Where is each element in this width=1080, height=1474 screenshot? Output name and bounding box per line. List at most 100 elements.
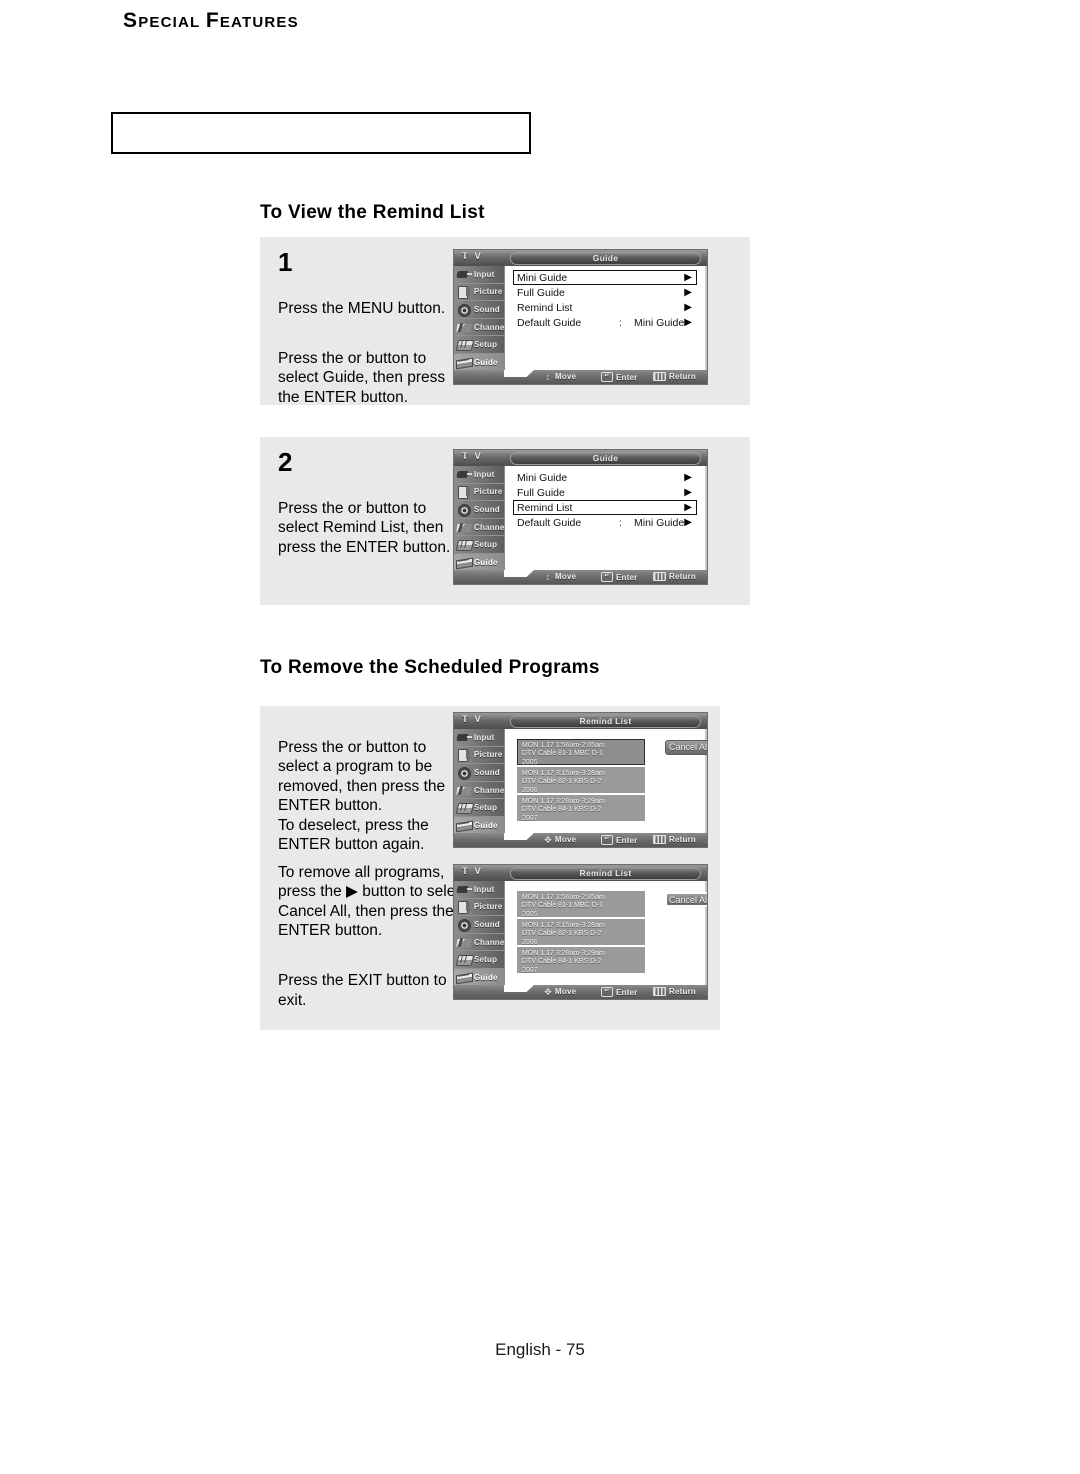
sound-icon	[456, 303, 473, 317]
osd-sidebar-label: Setup	[474, 540, 498, 550]
osd-sidebar-item-input[interactable]: Input	[454, 881, 504, 899]
remind-program-item[interactable]: MON 1.17 3:28am-3:29am DTV Cable 84-1 KBS…	[517, 947, 645, 974]
input-icon	[456, 731, 473, 744]
osd-titlebar: T V Remind List	[454, 713, 707, 729]
osd-sidebar-item-guide[interactable]: Guide	[454, 816, 504, 835]
osd-bottom-bar: ↕ Move ↵ Enter Return	[454, 570, 707, 584]
osd-title-text: Remind List	[579, 715, 632, 726]
chevron-right-icon: ▶	[684, 316, 692, 328]
osd-hint-return: Return	[653, 987, 696, 996]
remind-program-channel: DTV Cable 81-1 MBC D-1	[522, 750, 603, 758]
osd-menu-item-mini-guide[interactable]: Mini Guide ▶	[513, 270, 697, 285]
osd-sidebar-label: Guide	[474, 820, 498, 830]
osd-sidebar-item-channel[interactable]: Channel	[454, 319, 507, 337]
return-key-icon	[653, 835, 666, 844]
osd-hint-move: ↕ Move	[544, 572, 576, 581]
input-icon	[456, 883, 473, 896]
cancel-all-button[interactable]: Cancel All	[665, 740, 707, 755]
tv-osd-remind-list-2: T V Remind List Input Picture Sound Channel…	[453, 864, 708, 1000]
osd-titlebar: T V Guide	[454, 450, 707, 466]
osd-content: MON 1.17 1:56am-2:05am DTV Cable 81-1 MBC…	[504, 729, 707, 833]
osd-sidebar-item-input[interactable]: Input	[454, 266, 504, 284]
osd-hint-move-label: Move	[555, 572, 577, 581]
osd-menu-item-full-guide[interactable]: Full Guide ▶	[513, 485, 697, 500]
osd-sidebar-item-sound[interactable]: Sound	[454, 501, 504, 519]
osd-sidebar-label: Input	[474, 469, 495, 479]
osd-hint-return-label: Return	[669, 987, 696, 996]
remind-program-time: MON 1.17 1:56am-2:05am	[522, 742, 605, 749]
osd-bottom-notch	[504, 985, 534, 992]
osd-menu-item-full-guide[interactable]: Full Guide ▶	[513, 285, 697, 300]
remind-program-item[interactable]: MON 1.17 1:56am-2:05am DTV Cable 81-1 MBC…	[517, 891, 645, 918]
osd-sidebar-item-input[interactable]: Input	[454, 729, 504, 747]
osd-hint-enter: ↵ Enter	[601, 372, 637, 382]
osd-sidebar-label: Picture	[474, 487, 503, 497]
guide-icon	[456, 971, 473, 985]
cancel-all-button[interactable]: Cancel All	[665, 892, 707, 907]
remove-para-1: Press the or button to select a program …	[278, 738, 446, 815]
remind-program-item[interactable]: MON 1.17 3:15am-3:28am DTV Cable 82-1 KBS…	[517, 767, 645, 794]
osd-hint-move-label: Move	[555, 987, 577, 996]
osd-sidebar-item-sound[interactable]: Sound	[454, 916, 504, 934]
osd-sidebar-item-picture[interactable]: Picture	[454, 899, 504, 917]
remind-program-item[interactable]: MON 1.17 3:15am-3:28am DTV Cable 82-1 KBS…	[517, 919, 645, 946]
step-1-instruction: Press the MENU button. Press the or butt…	[278, 279, 463, 407]
guide-icon	[456, 556, 473, 570]
osd-sidebar-item-channel[interactable]: Channel	[454, 782, 507, 800]
osd-sidebar-item-picture[interactable]: Picture	[454, 747, 504, 765]
remind-program-item[interactable]: MON 1.17 1:56am-2:05am DTV Cable 81-1 MBC…	[517, 739, 645, 766]
osd-sidebar-item-guide[interactable]: Guide	[454, 553, 504, 572]
osd-title-pill: Remind List	[510, 714, 701, 728]
osd-sidebar: Input Picture Sound Channel Setup Guide	[454, 466, 507, 584]
osd-sidebar-label: Input	[474, 269, 495, 279]
osd-menu-item-colon: :	[619, 516, 622, 529]
osd-sidebar-item-setup[interactable]: Setup	[454, 799, 504, 817]
osd-sidebar-item-sound[interactable]: Sound	[454, 301, 504, 319]
osd-sidebar-item-picture[interactable]: Picture	[454, 284, 504, 302]
step-2-instruction: Press the or button to select Remind Lis…	[278, 479, 463, 557]
osd-menu-item-value: Mini Guide	[634, 516, 685, 529]
step-1-line-1: Press the MENU button.	[278, 299, 446, 317]
remind-program-time: MON 1.17 3:28am-3:29am	[522, 798, 605, 805]
osd-sidebar-item-setup[interactable]: Setup	[454, 336, 504, 354]
chevron-right-icon: ▶	[684, 501, 692, 513]
remind-program-time: MON 1.17 3:15am-3:28am	[522, 770, 605, 777]
osd-sidebar-item-picture[interactable]: Picture	[454, 484, 504, 502]
chevron-right-icon: ▶	[684, 301, 692, 313]
osd-menu-item-remind-list[interactable]: Remind List ▶	[513, 300, 697, 315]
osd-sidebar-label: Sound	[474, 919, 500, 929]
osd-sidebar-item-input[interactable]: Input	[454, 466, 504, 484]
setup-icon	[455, 538, 475, 552]
remind-program-item[interactable]: MON 1.17 3:28am-3:29am DTV Cable 84-1 KBS…	[517, 795, 645, 822]
osd-hint-enter-label: Enter	[616, 572, 638, 582]
remind-program-code: 2006	[522, 938, 538, 946]
osd-sidebar-label: Picture	[474, 902, 503, 912]
osd-title-text: Guide	[592, 452, 619, 463]
osd-hint-enter: ↵ Enter	[601, 572, 637, 582]
setup-icon	[455, 338, 475, 352]
section-heading-view-remind-list: To View the Remind List	[260, 202, 485, 223]
osd-sidebar-item-setup[interactable]: Setup	[454, 536, 504, 554]
osd-sidebar-item-guide[interactable]: Guide	[454, 968, 504, 987]
remove-para-4: Press the EXIT button to exit.	[278, 972, 447, 1009]
osd-sidebar-item-guide[interactable]: Guide	[454, 353, 504, 372]
osd-sidebar-item-sound[interactable]: Sound	[454, 764, 504, 782]
osd-title-pill: Guide	[510, 451, 701, 465]
tv-osd-remind-list-1: T V Remind List Input Picture Sound Channel…	[453, 712, 708, 848]
osd-hint-enter: ↵ Enter	[601, 835, 637, 845]
remind-program-code: 2007	[522, 966, 538, 974]
setup-icon	[455, 801, 475, 815]
osd-menu-item-mini-guide[interactable]: Mini Guide ▶	[513, 470, 697, 485]
dpad-icon: ✥	[544, 986, 552, 997]
osd-hint-return-label: Return	[669, 572, 696, 581]
osd-title-pill: Guide	[510, 251, 701, 265]
osd-sidebar-item-channel[interactable]: Channel	[454, 519, 507, 537]
manual-page: SPECIAL FEATURES To View the Remind List…	[0, 0, 1080, 1474]
osd-sidebar-item-channel[interactable]: Channel	[454, 934, 507, 952]
osd-menu-item-default-guide[interactable]: Default Guide: Mini Guide ▶	[513, 515, 697, 530]
osd-menu-item-default-guide[interactable]: Default Guide: Mini Guide ▶	[513, 315, 697, 330]
chevron-right-icon: ▶	[684, 471, 692, 483]
osd-sidebar-label: Picture	[474, 287, 503, 297]
osd-sidebar-item-setup[interactable]: Setup	[454, 951, 504, 969]
osd-menu-item-remind-list[interactable]: Remind List ▶	[513, 500, 697, 515]
